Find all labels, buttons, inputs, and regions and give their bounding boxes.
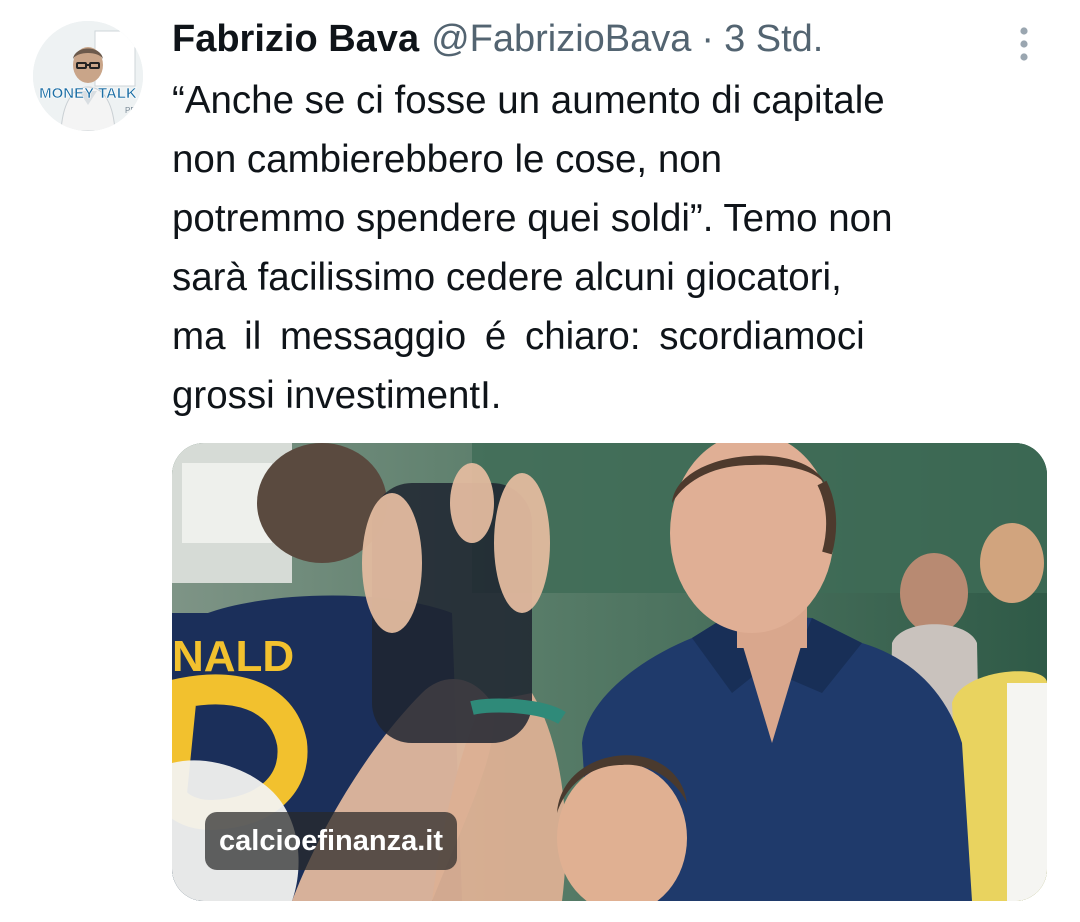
tweet: MONEY TALK PP Fabrizio Bava @FabrizioBav… — [0, 0, 1080, 922]
tweet-text-line: non cambierebbero le cose, non — [172, 138, 723, 181]
more-options-button[interactable] — [1006, 22, 1042, 66]
avatar-image: MONEY TALK PP — [33, 21, 143, 131]
media-source-badge[interactable]: calcioefinanza.it — [205, 812, 458, 870]
jersey-text: NALD — [172, 632, 294, 681]
tweet-text-line: ma il messaggio é chiaro: scordiamoci — [172, 315, 865, 358]
tweet-text-line: sarà facilissimo cedere alcuni giocatori… — [172, 256, 842, 299]
svg-text:PP: PP — [125, 106, 136, 115]
avatar-text: MONEY TALK — [39, 85, 137, 102]
header-separator: · — [701, 18, 715, 60]
tweet-header: Fabrizio Bava @FabrizioBava · 3 Std. — [172, 14, 823, 64]
author-handle[interactable]: @FabrizioBava — [431, 14, 691, 64]
tweet-text-line: grossi investimentI. — [172, 374, 502, 417]
tweet-text-line: potremmo spendere quei soldi”. Temo non — [172, 197, 893, 240]
more-vertical-icon — [1020, 27, 1028, 61]
tweet-text-line: “Anche se ci fosse un aumento di capital… — [172, 79, 885, 122]
author-display-name[interactable]: Fabrizio Bava — [172, 14, 419, 64]
tweet-timestamp[interactable]: 3 Std. — [724, 14, 823, 64]
author-avatar[interactable]: MONEY TALK PP — [33, 21, 143, 131]
tweet-text: “Anche se ci fosse un aumento di capital… — [172, 71, 1042, 425]
tweet-media-photo[interactable]: NALD calcioefinanza.it — [172, 443, 1047, 901]
